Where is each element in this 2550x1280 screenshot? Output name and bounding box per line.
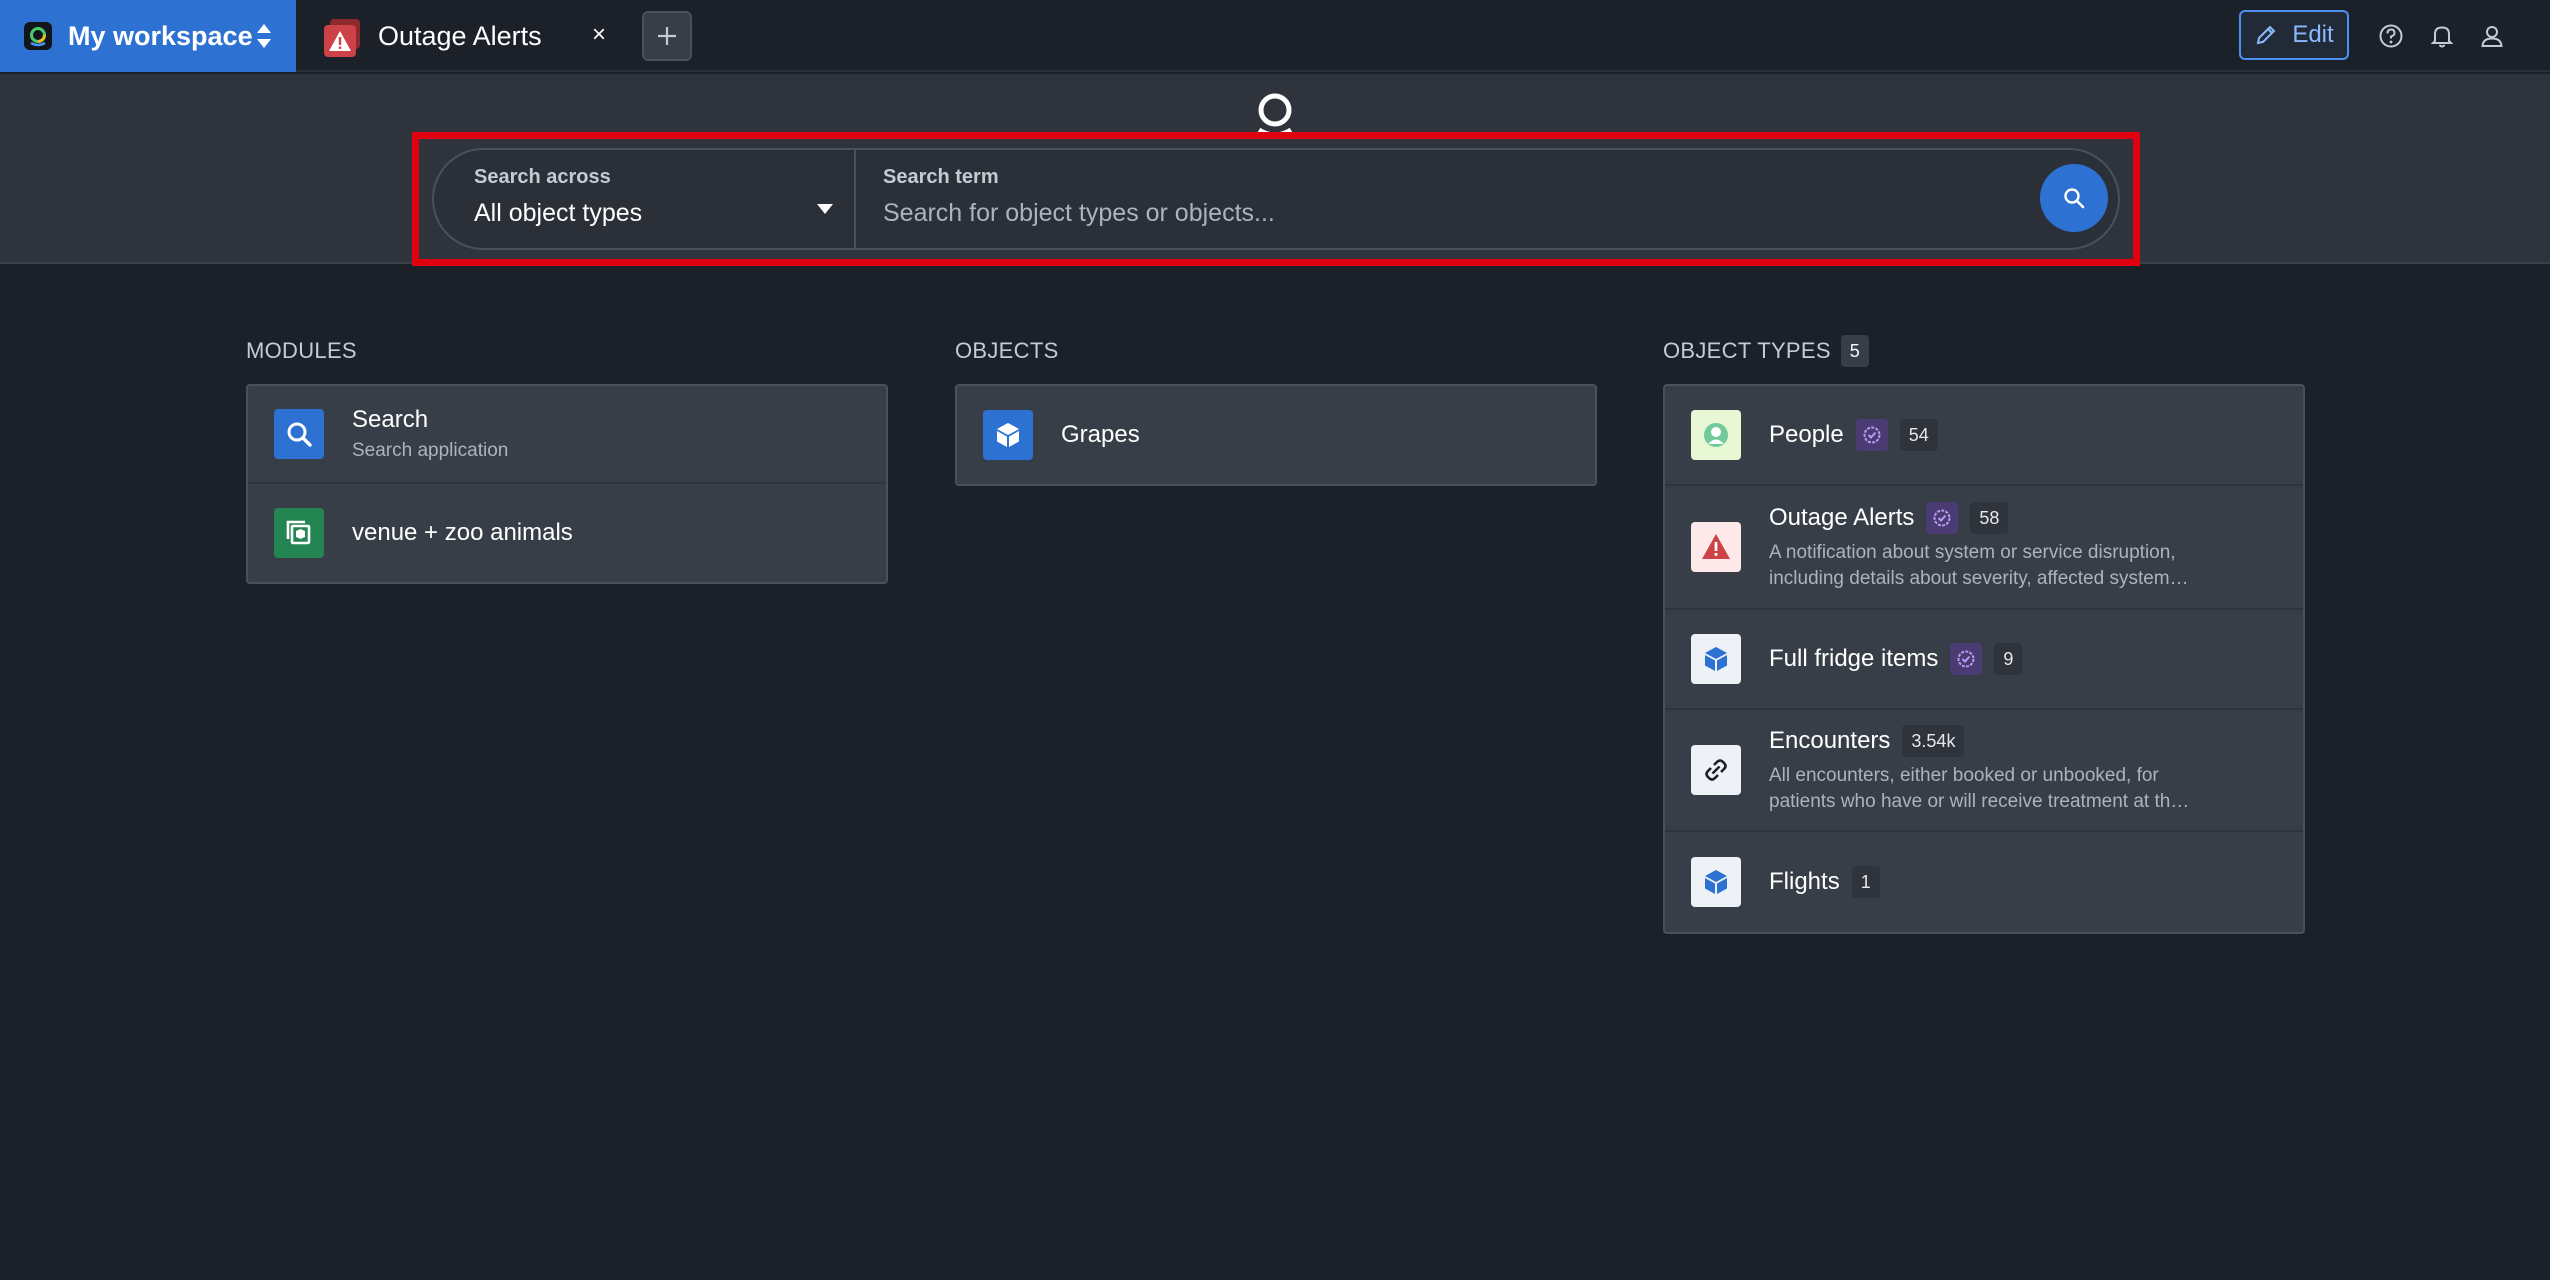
object-types-header: OBJECT TYPES 5 — [1663, 334, 2305, 368]
search-icon — [2064, 188, 2085, 209]
object-item-grapes[interactable]: Grapes — [957, 386, 1595, 484]
edit-button[interactable]: Edit — [2239, 10, 2349, 60]
cube-icon — [1691, 857, 1741, 907]
tab-outage-alerts[interactable]: Outage Alerts × — [296, 0, 626, 72]
warning-icon — [322, 17, 360, 57]
cube-icon — [983, 410, 1033, 460]
search-input[interactable] — [883, 199, 1983, 228]
double-caret-icon — [256, 22, 272, 55]
verified-badge-icon — [1855, 419, 1888, 451]
pencil-icon — [2257, 25, 2276, 45]
object-type-title: People — [1769, 421, 1844, 448]
object-type-item-encounters[interactable]: Encounters 3.54k All encounters, either … — [1665, 710, 2303, 832]
description-line: including details about severity, affect… — [1769, 568, 2189, 589]
object-type-title: Outage Alerts — [1769, 504, 1915, 531]
help-icon[interactable] — [2373, 18, 2409, 54]
search-scope-value: All object types — [474, 199, 643, 227]
verified-badge-icon — [1950, 643, 1983, 675]
objects-heading: OBJECTS — [955, 338, 1059, 363]
edit-label: Edit — [2292, 21, 2334, 48]
object-types-list: People 54 Outage Alerts 58 A notificatio… — [1663, 384, 2305, 934]
object-type-title: Encounters — [1769, 727, 1891, 754]
plus-icon — [658, 27, 676, 45]
search-term-field: Search term — [856, 150, 2118, 248]
search-bar: Search across All object types Search te… — [432, 148, 2120, 250]
search-submit-button[interactable] — [2040, 164, 2108, 232]
description-line: A notification about system or service d… — [1769, 542, 2176, 563]
object-type-item-full-fridge-items[interactable]: Full fridge items 9 — [1665, 610, 2303, 710]
caret-down-icon — [816, 202, 834, 220]
modules-list: Search Search application venue + zoo an… — [246, 384, 888, 584]
cube-icon — [1691, 634, 1741, 684]
person-icon — [1691, 410, 1741, 460]
module-item-search[interactable]: Search Search application — [248, 386, 886, 484]
object-type-title: Flights — [1769, 868, 1840, 895]
top-bar: My workspace Outage Alerts × Edit — [0, 0, 2550, 72]
link-icon — [1691, 745, 1741, 795]
object-title: Grapes — [1061, 421, 1140, 448]
module-title: venue + zoo animals — [352, 519, 573, 546]
search-scope-select[interactable]: Search across All object types — [434, 150, 856, 248]
object-count-badge: 54 — [1899, 419, 1938, 451]
description-line: All encounters, either booked or unbooke… — [1769, 765, 2159, 786]
object-types-heading: OBJECT TYPES — [1663, 338, 1831, 363]
object-type-item-flights[interactable]: Flights 1 — [1665, 832, 2303, 932]
search-term-label: Search term — [883, 166, 999, 188]
new-tab-button[interactable] — [642, 11, 692, 61]
object-count-badge: 1 — [1851, 866, 1880, 898]
close-tab-button[interactable]: × — [582, 18, 616, 52]
objects-list: Grapes — [955, 384, 1597, 486]
object-count-badge: 3.54k — [1902, 725, 1965, 757]
notifications-bell-icon[interactable] — [2424, 18, 2460, 54]
object-count-badge: 9 — [1994, 643, 2023, 675]
user-account-icon[interactable] — [2474, 18, 2510, 54]
object-type-item-outage-alerts[interactable]: Outage Alerts 58 A notification about sy… — [1665, 486, 2303, 610]
tab-title: Outage Alerts — [378, 20, 542, 51]
workspace-logo-icon — [24, 22, 52, 50]
module-title: Search — [352, 406, 429, 433]
module-icon — [274, 508, 324, 558]
workspace-switcher[interactable]: My workspace — [0, 0, 296, 72]
module-item-venue-zoo-animals[interactable]: venue + zoo animals — [248, 484, 886, 582]
object-types-section: OBJECT TYPES 5 People 54 Outage Alerts 5… — [1663, 334, 2305, 934]
warning-icon — [1691, 522, 1741, 572]
modules-section: MODULES Search Search application venue … — [246, 334, 888, 584]
object-type-description: All encounters, either booked or unbooke… — [1769, 763, 2209, 815]
search-scope-label: Search across — [474, 166, 611, 188]
workspace-title: My workspace — [68, 20, 253, 51]
object-type-item-people[interactable]: People 54 — [1665, 386, 2303, 486]
verified-badge-icon — [1926, 502, 1959, 534]
modules-heading: MODULES — [246, 338, 357, 363]
module-subtitle: Search application — [352, 440, 509, 461]
object-count-badge: 58 — [1970, 502, 2009, 534]
object-types-count-badge: 5 — [1840, 335, 1869, 367]
description-line: patients who have or will receive treatm… — [1769, 791, 2190, 812]
objects-section: OBJECTS Grapes — [955, 334, 1597, 486]
object-type-description: A notification about system or service d… — [1769, 540, 2209, 592]
search-icon — [274, 409, 324, 459]
object-type-title: Full fridge items — [1769, 645, 1939, 672]
